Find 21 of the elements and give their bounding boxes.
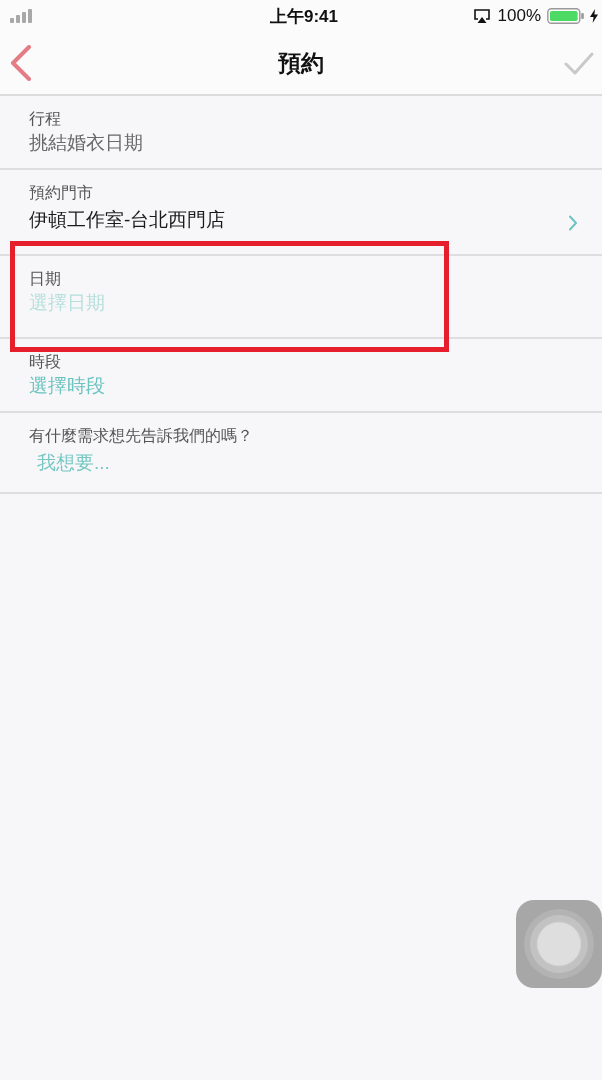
request-input[interactable]: 我想要... [29, 449, 578, 477]
nav-title: 預約 [278, 48, 324, 78]
signal-icon [10, 9, 32, 23]
field-label: 日期 [29, 269, 61, 289]
field-label: 預約門市 [29, 183, 93, 203]
status-time: 上午9:41 [270, 5, 338, 28]
battery-icon [547, 8, 584, 24]
assistive-touch-button[interactable] [516, 900, 602, 988]
airplay-icon [473, 9, 490, 23]
field-label: 行程 [29, 109, 61, 129]
checkmark-icon [564, 51, 594, 75]
field-label: 時段 [29, 352, 61, 372]
field-value[interactable]: 伊頓工作室-台北西門店 [29, 207, 226, 233]
battery-percentage: 100% [497, 6, 541, 26]
concentric-circles-icon [524, 909, 594, 979]
field-label: 有什麼需求想先告訴我們的嗎？ [29, 426, 253, 446]
chevron-left-icon [10, 45, 32, 81]
chevron-right-icon [568, 215, 578, 231]
back-button[interactable] [10, 45, 32, 81]
picker-button[interactable]: 選擇時段 [29, 373, 105, 399]
field-value: 挑結婚衣日期 [29, 131, 143, 155]
